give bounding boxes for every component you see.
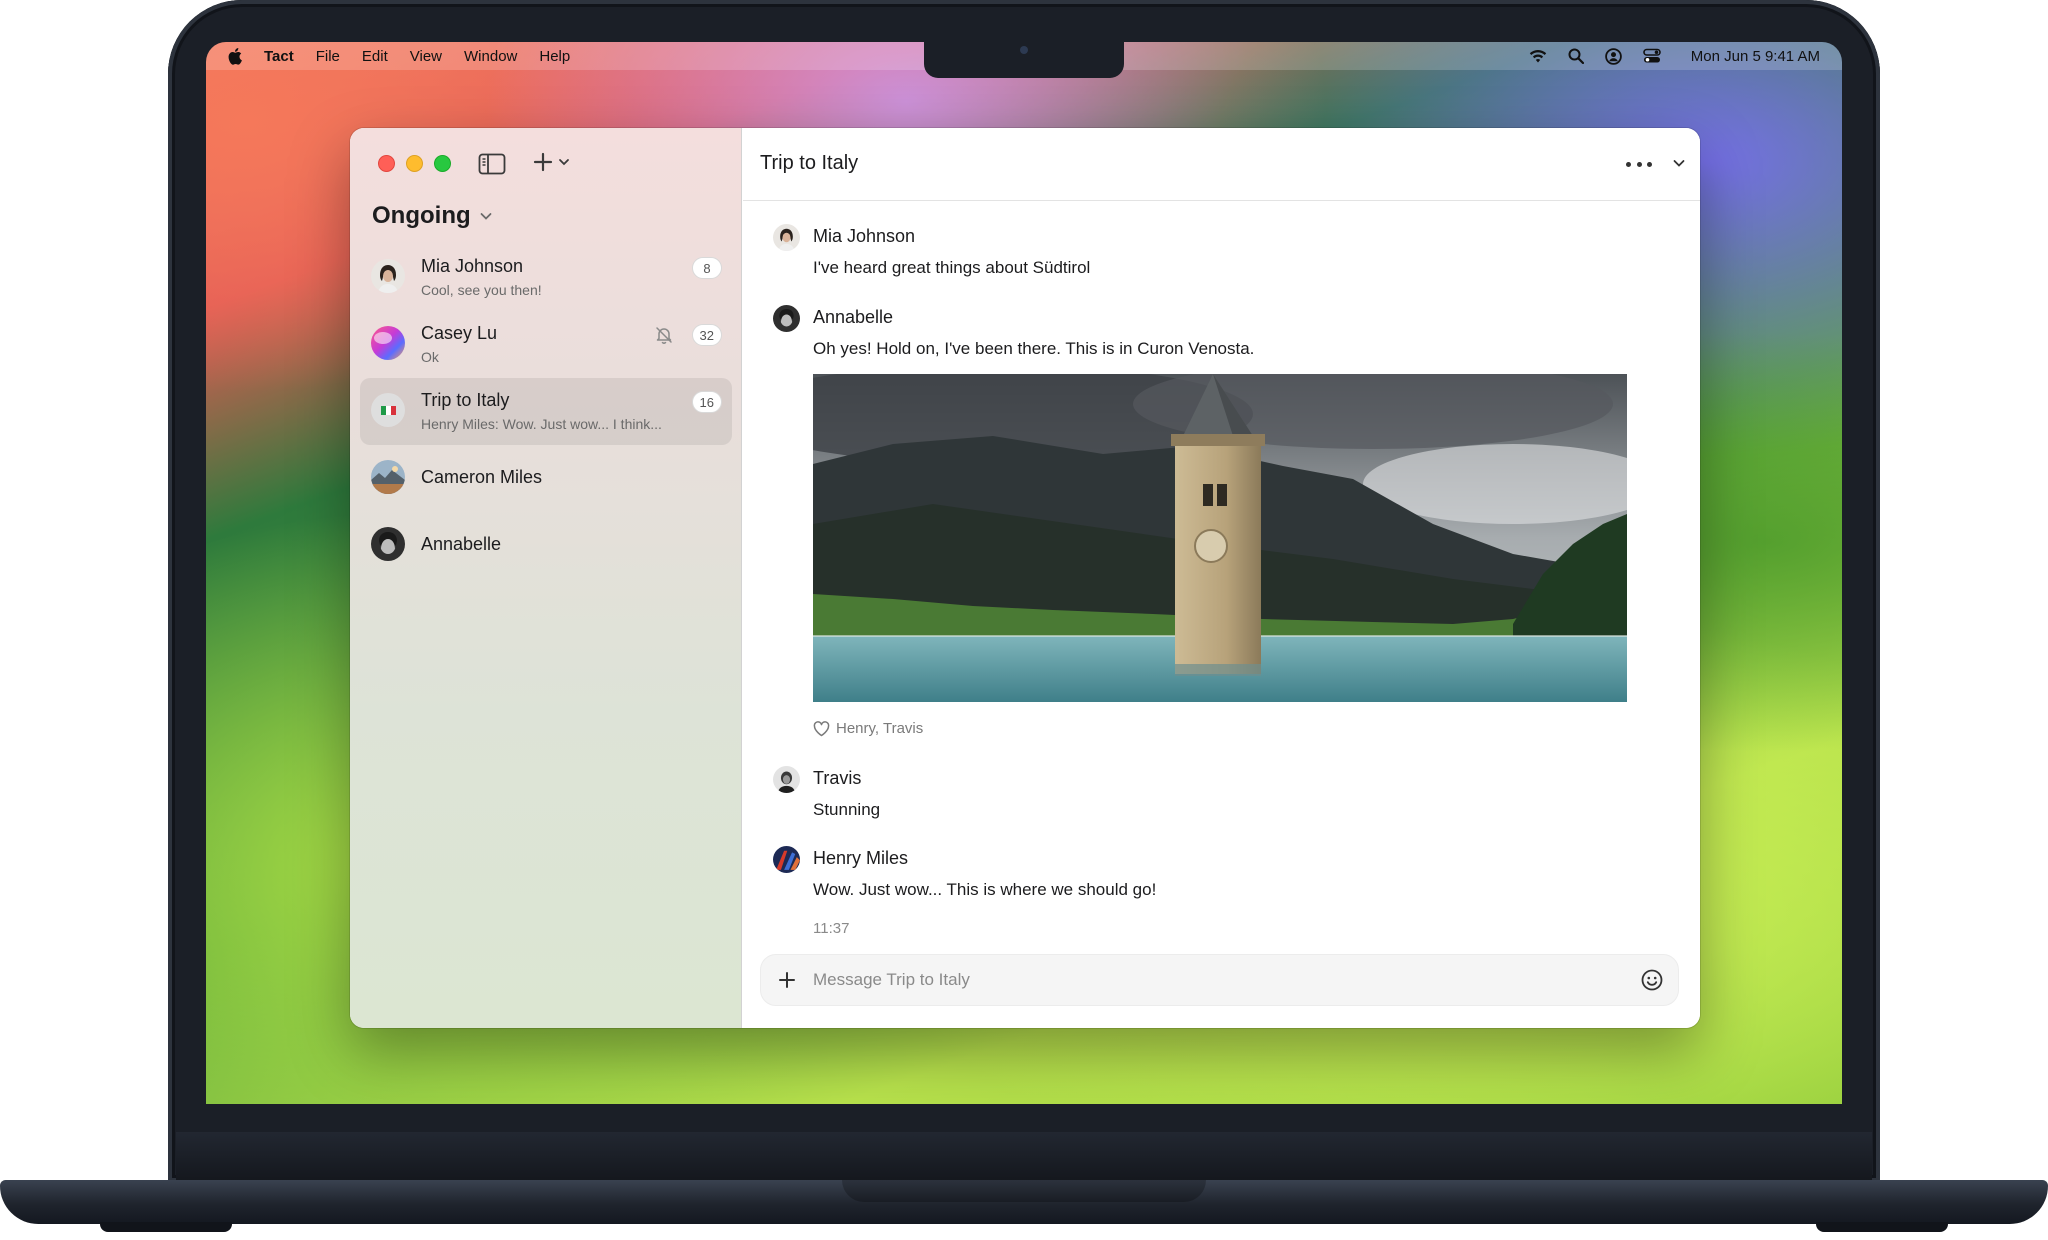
laptop-foot xyxy=(1816,1222,1948,1232)
ellipsis-icon xyxy=(1626,161,1631,167)
avatar xyxy=(371,259,405,293)
desktop-screen: Tact File Edit View Window Help Mon Jun … xyxy=(206,42,1842,1104)
conversation-preview: Ok xyxy=(421,349,439,365)
laptop-foot xyxy=(100,1222,232,1232)
chevron-down-icon xyxy=(480,213,492,220)
zoom-window-button[interactable] xyxy=(434,155,451,172)
reaction-row[interactable]: Henry, Travis xyxy=(813,720,923,737)
avatar[interactable] xyxy=(773,224,800,251)
conversation-name: Cameron Miles xyxy=(421,467,543,487)
plus-icon xyxy=(533,152,553,172)
conversation-name: Trip to Italy xyxy=(421,390,510,410)
laptop-lid-notch xyxy=(842,1180,1206,1202)
menu-file[interactable]: File xyxy=(316,48,340,65)
avatar[interactable] xyxy=(773,766,800,793)
unread-count-badge: 16 xyxy=(691,391,722,413)
menu-window[interactable]: Window xyxy=(464,48,517,65)
tact-app-window: Ongoing Mia Johnson Cool, see you then! … xyxy=(350,128,1700,1028)
heart-icon xyxy=(813,720,830,736)
conversation-name: Annabelle xyxy=(421,534,502,554)
message-timestamp: 11:37 xyxy=(813,920,850,937)
avatar xyxy=(371,326,405,360)
conversation-item-cameron-miles[interactable]: Cameron Miles xyxy=(360,445,732,512)
unread-count-badge: 32 xyxy=(691,324,722,346)
status-area: Mon Jun 5 9:41 AM xyxy=(1529,42,1820,70)
add-attachment-button[interactable] xyxy=(775,968,799,992)
menubar-clock[interactable]: Mon Jun 5 9:41 AM xyxy=(1691,48,1820,65)
section-title-label: Ongoing xyxy=(372,202,471,229)
chevron-down-icon[interactable] xyxy=(1672,156,1686,170)
message-composer xyxy=(760,954,1679,1006)
landscape-photo xyxy=(813,374,1627,702)
emoji-picker-button[interactable] xyxy=(1640,968,1664,992)
chat-header: Trip to Italy xyxy=(743,128,1700,201)
menu-help[interactable]: Help xyxy=(539,48,570,65)
new-conversation-button[interactable] xyxy=(532,151,570,173)
sidebar-toggle-icon xyxy=(478,153,506,175)
avatar xyxy=(371,460,405,494)
conversation-item-mia-johnson[interactable]: Mia Johnson Cool, see you then! 8 xyxy=(360,244,732,311)
message-text: I've heard great things about Südtirol xyxy=(813,258,1091,277)
minimize-window-button[interactable] xyxy=(406,155,423,172)
unread-count-badge: 8 xyxy=(692,257,722,279)
conversation-filter-dropdown[interactable]: Ongoing xyxy=(372,202,493,230)
message-author: Henry Miles xyxy=(813,848,909,868)
window-controls xyxy=(378,155,451,172)
control-center-icon[interactable] xyxy=(1642,47,1661,65)
message-input[interactable] xyxy=(813,965,1613,995)
user-account-icon[interactable] xyxy=(1605,47,1623,65)
sidebar: Ongoing Mia Johnson Cool, see you then! … xyxy=(350,128,742,1028)
chevron-down-icon xyxy=(559,159,569,166)
conversation-item-trip-to-italy[interactable]: Trip to Italy Henry Miles: Wow. Just wow… xyxy=(360,378,732,445)
spotlight-search-icon[interactable] xyxy=(1567,47,1585,65)
close-window-button[interactable] xyxy=(378,155,395,172)
message-text: Stunning xyxy=(813,800,881,819)
smiley-icon xyxy=(1641,969,1663,991)
display-notch xyxy=(924,38,1124,78)
menu-edit[interactable]: Edit xyxy=(362,48,388,65)
chat-title: Trip to Italy xyxy=(760,152,859,174)
chat-pane: Trip to Italy Mia Johnson I've heard gre… xyxy=(743,128,1700,1028)
conversation-name: Mia Johnson xyxy=(421,256,524,276)
ellipsis-icon xyxy=(1647,161,1652,167)
conversation-item-casey-lu[interactable]: Casey Lu Ok 32 xyxy=(360,311,732,378)
conversation-name: Casey Lu xyxy=(421,323,498,343)
more-options-button[interactable] xyxy=(1626,154,1652,174)
apple-menu-icon[interactable] xyxy=(228,47,244,65)
conversation-list: Mia Johnson Cool, see you then! 8 Casey … xyxy=(360,244,732,579)
muted-bell-icon xyxy=(654,325,674,345)
photo-attachment[interactable] xyxy=(813,374,1627,702)
ellipsis-icon xyxy=(1636,161,1642,167)
avatar[interactable] xyxy=(773,305,800,332)
reaction-names: Henry, Travis xyxy=(836,720,924,737)
message-author: Travis xyxy=(813,768,862,788)
menu-app-tact[interactable]: Tact xyxy=(264,48,294,65)
camera-icon xyxy=(1020,46,1028,54)
avatar xyxy=(371,393,405,427)
menu-view[interactable]: View xyxy=(410,48,442,65)
message-text: Oh yes! Hold on, I've been there. This i… xyxy=(813,339,1255,358)
conversation-item-annabelle[interactable]: Annabelle xyxy=(360,512,732,579)
wifi-icon[interactable] xyxy=(1529,47,1547,65)
conversation-preview: Cool, see you then! xyxy=(421,282,542,298)
message-author: Mia Johnson xyxy=(813,226,916,246)
avatar xyxy=(371,527,405,561)
conversation-preview: Henry Miles: Wow. Just wow... I think... xyxy=(421,416,662,432)
avatar[interactable] xyxy=(773,846,800,873)
message-author: Annabelle xyxy=(813,307,894,327)
message-text: Wow. Just wow... This is where we should… xyxy=(813,880,1157,899)
laptop-chin xyxy=(176,1132,1872,1182)
plus-icon xyxy=(779,972,795,988)
sidebar-toggle-button[interactable] xyxy=(478,153,506,175)
